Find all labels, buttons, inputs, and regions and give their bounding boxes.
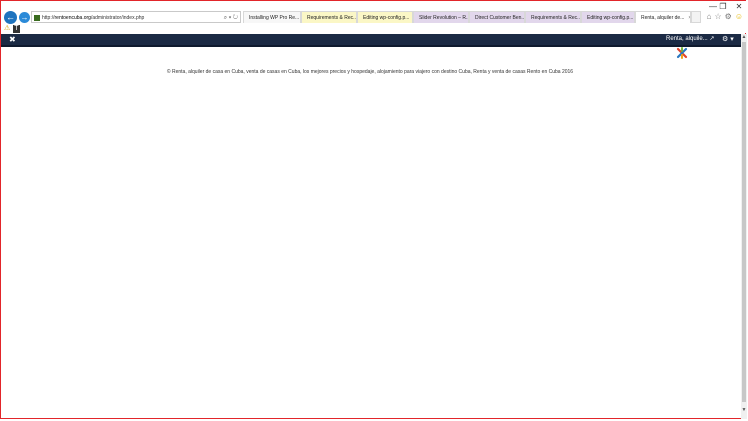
browser-chrome: — ❐ ✕ ← → http://rentoencuba.org/adminis… xyxy=(1,1,747,33)
browser-tab[interactable]: Installing WP Pro Re... xyxy=(243,11,301,23)
tab-label: Requirements & Rec... xyxy=(307,14,357,21)
tab-label: Requirements & Rec... xyxy=(531,14,581,21)
feedback-smiley-icon[interactable]: ☺ xyxy=(735,12,743,21)
forward-button[interactable]: → xyxy=(19,12,30,23)
site-favicon-icon xyxy=(34,15,40,21)
joomla-logo-icon xyxy=(676,47,688,59)
view-site-link[interactable]: Renta, alquile... ↗ xyxy=(666,34,714,45)
user-menu-gear-icon[interactable]: ⚙ ▾ xyxy=(722,34,734,45)
url-domain: rentoencuba.org xyxy=(54,15,91,21)
tab-label: Editing wp-config.p... xyxy=(363,14,410,21)
tab-label: Direct Customer Ben... xyxy=(475,14,525,21)
admin-top-bar: ✖ Renta, alquile... ↗ ⚙ ▾ xyxy=(1,34,741,47)
browser-tab[interactable]: Slider Revolution – R... xyxy=(413,11,469,23)
browser-window-frame xyxy=(0,0,746,419)
browser-tab[interactable]: Editing wp-config.p... xyxy=(581,11,635,23)
new-tab-button[interactable] xyxy=(691,11,701,23)
address-url[interactable]: http://rentoencuba.org/administrator/ind… xyxy=(42,15,144,21)
tab-label: Slider Revolution – R... xyxy=(419,14,469,21)
favorites-star-icon[interactable]: ☆ xyxy=(714,12,721,21)
favorites-item-warning-icon[interactable]: ⚠ xyxy=(4,25,10,33)
favorites-item-t-icon[interactable]: T xyxy=(13,25,20,33)
home-icon[interactable]: ⌂ xyxy=(707,12,712,21)
tab-label: Renta, alquiler de... xyxy=(641,14,685,21)
address-tools-icons[interactable]: ⌕ ▾ ↻ xyxy=(224,12,238,24)
settings-gear-icon[interactable]: ⚙ xyxy=(725,12,732,21)
tab-strip: Installing WP Pro Re... Requirements & Re… xyxy=(243,11,701,23)
address-bar[interactable]: http://rentoencuba.org/administrator/ind… xyxy=(31,11,241,23)
browser-tab[interactable]: Editing wp-config.p... xyxy=(357,11,413,23)
back-arrow-icon: ← xyxy=(6,12,15,22)
toolbar-right-icons: ⌂ ☆ ⚙ ☺ xyxy=(707,12,743,21)
browser-tab[interactable]: Requirements & Rec... xyxy=(525,11,581,23)
joomla-admin-logo-icon[interactable]: ✖ xyxy=(9,35,16,44)
scroll-up-arrow-icon[interactable]: ▲ xyxy=(741,34,747,41)
vertical-scrollbar[interactable]: ▲ ▼ xyxy=(741,34,747,419)
scroll-down-arrow-icon[interactable]: ▼ xyxy=(741,407,747,414)
forward-arrow-icon: → xyxy=(20,13,29,22)
tab-label: Editing wp-config.p... xyxy=(587,14,634,21)
tab-label: Installing WP Pro Re... xyxy=(249,14,300,21)
back-button[interactable]: ← xyxy=(4,11,17,24)
url-path: /administrator/index.php xyxy=(90,15,145,21)
scrollbar-thumb[interactable] xyxy=(742,42,746,402)
page-footer-copyright: © Renta, alquiler de casa en Cuba, venta… xyxy=(166,69,574,75)
close-window-button[interactable]: ✕ xyxy=(730,2,748,12)
browser-tab[interactable]: Direct Customer Ben... xyxy=(469,11,525,23)
url-prefix: http:// xyxy=(42,15,55,21)
browser-tab[interactable]: Requirements & Rec... xyxy=(301,11,357,23)
browser-tab[interactable]: Renta, alquiler de... × xyxy=(635,11,691,23)
favorites-bar: ⚠ T xyxy=(4,25,20,33)
